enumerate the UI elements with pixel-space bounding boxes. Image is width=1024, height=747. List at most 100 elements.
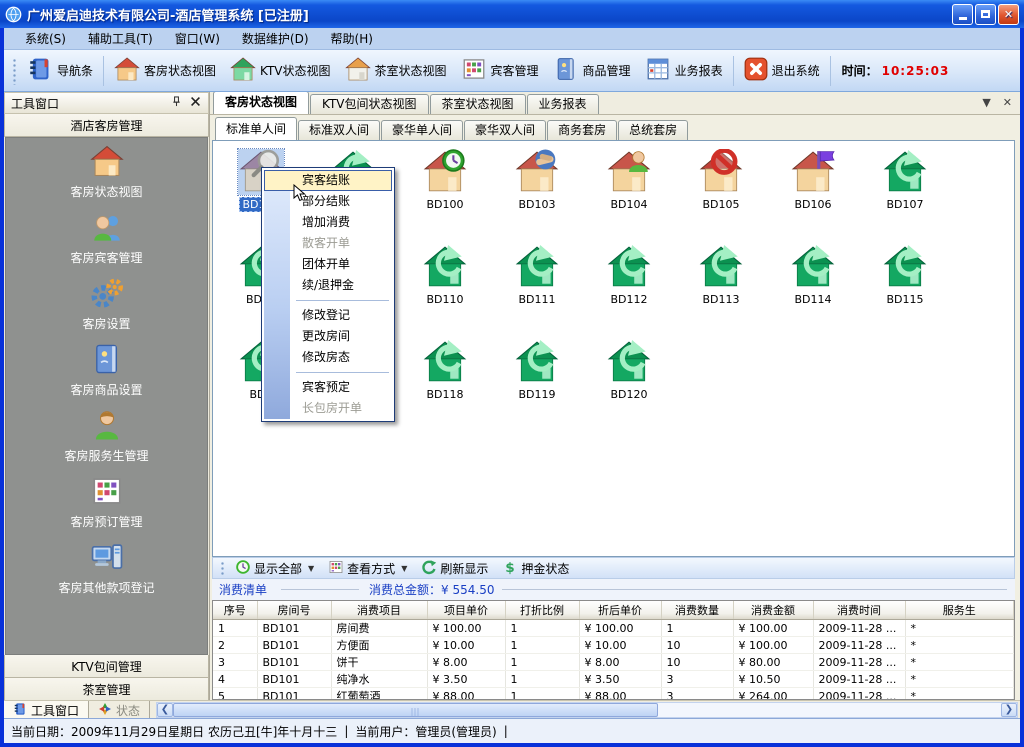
toolbar-button-goods-management[interactable]: 商品管理 — [546, 54, 638, 87]
column-header-3[interactable]: 项目单价 — [427, 601, 505, 620]
context-menu-item-5[interactable]: 续/退押金 — [264, 275, 392, 296]
room-icon-BD112[interactable]: BD112 — [585, 244, 673, 306]
column-header-0[interactable]: 序号 — [213, 601, 257, 620]
tab-close-icon[interactable]: ✕ — [1003, 96, 1012, 109]
sidebar-item-0[interactable]: 客房状态视图 — [6, 144, 207, 200]
column-header-6[interactable]: 消费数量 — [661, 601, 733, 620]
toolbar-button-nav-bar[interactable]: 导航条 — [20, 54, 100, 87]
sidebar-item-2[interactable]: 客房设置 — [6, 276, 207, 332]
tab-3[interactable]: 业务报表 — [527, 94, 599, 114]
menu-item-1[interactable]: 辅助工具(T) — [77, 28, 164, 49]
context-menu-item-4[interactable]: 团体开单 — [264, 254, 392, 275]
sidebar-item-5[interactable]: 客房预订管理 — [6, 474, 207, 530]
room-icon-BD118[interactable]: BD118 — [401, 339, 489, 401]
column-header-1[interactable]: 房间号 — [257, 601, 331, 620]
room-icon-BD107[interactable]: BD107 — [861, 149, 949, 211]
toolbar-button-business-report[interactable]: 业务报表 — [638, 54, 730, 87]
room-type-tab-5[interactable]: 总统套房 — [618, 120, 688, 140]
table-row[interactable]: 1BD101房间费¥ 100.001¥ 100.001¥ 100.002009-… — [213, 620, 1014, 637]
sidebar-item-1[interactable]: 客房宾客管理 — [6, 210, 207, 266]
room-status-vacant-icon — [790, 244, 836, 290]
scrollbar-track[interactable] — [658, 703, 1001, 717]
tab-0[interactable]: 客房状态视图 — [213, 92, 309, 114]
room-icon-BD119[interactable]: BD119 — [493, 339, 581, 401]
room-type-tab-1[interactable]: 标准双人间 — [298, 120, 380, 140]
column-header-5[interactable]: 折后单价 — [579, 601, 661, 620]
menu-item-4[interactable]: 帮助(H) — [320, 28, 384, 49]
menu-item-2[interactable]: 窗口(W) — [164, 28, 231, 49]
room-type-tab-2[interactable]: 豪华单人间 — [381, 120, 463, 140]
sidebar-section-ktv[interactable]: KTV包间管理 — [4, 655, 209, 678]
room-icon-BD100[interactable]: BD100 — [401, 149, 489, 211]
context-menu-item-1[interactable]: 部分结账 — [264, 191, 392, 212]
column-header-9[interactable]: 服务生 — [905, 601, 1014, 620]
room-icon-BD105[interactable]: BD105 — [677, 149, 765, 211]
context-menu-item-2[interactable]: 增加消费 — [264, 212, 392, 233]
list-toolbar-button-refresh-display[interactable]: 刷新显示 — [414, 558, 495, 578]
scroll-left-icon[interactable]: ❮ — [157, 703, 173, 717]
room-status-vacant-icon — [606, 244, 652, 290]
room-icon-BD110[interactable]: BD110 — [401, 244, 489, 306]
context-menu-item-8[interactable]: 更改房间 — [264, 326, 392, 347]
sidebar-section-tea[interactable]: 茶室管理 — [4, 678, 209, 701]
table-row[interactable]: 4BD101纯净水¥ 3.501¥ 3.503¥ 10.502009-11-28… — [213, 671, 1014, 688]
scroll-right-icon[interactable]: ❯ — [1001, 703, 1017, 717]
tab-dropdown-icon[interactable]: ▼ — [982, 96, 990, 109]
sidebar-item-4[interactable]: 客房服务生管理 — [6, 408, 207, 464]
toolbar-button-tea-status-view[interactable]: 茶室状态视图 — [338, 54, 454, 87]
room-type-tab-3[interactable]: 豪华双人间 — [464, 120, 546, 140]
list-toolbar-button-deposit-status[interactable]: $押金状态 — [495, 558, 576, 578]
room-icon-BD106[interactable]: BD106 — [769, 149, 857, 211]
room-icon-BD114[interactable]: BD114 — [769, 244, 857, 306]
table-cell: BD101 — [257, 620, 331, 637]
table-row[interactable]: 3BD101饼干¥ 8.001¥ 8.0010¥ 80.002009-11-28… — [213, 654, 1014, 671]
column-header-8[interactable]: 消费时间 — [813, 601, 905, 620]
context-menu-item-7[interactable]: 修改登记 — [264, 305, 392, 326]
context-menu-item-3[interactable]: 散客开单 — [264, 233, 392, 254]
dollar-icon: $ — [502, 559, 518, 578]
close-button[interactable]: ✕ — [998, 4, 1019, 25]
table-cell: 1 — [661, 620, 733, 637]
room-type-tab-0[interactable]: 标准单人间 — [215, 117, 297, 140]
list-toolbar-button-view-mode[interactable]: 查看方式▼ — [321, 558, 414, 578]
room-icon-BD111[interactable]: BD111 — [493, 244, 581, 306]
sidebar-section-room[interactable]: 酒店客房管理 — [4, 114, 209, 137]
room-icon-BD115[interactable]: BD115 — [861, 244, 949, 306]
list-toolbar-button-show-all[interactable]: 显示全部▼ — [228, 558, 321, 578]
room-icon-BD103[interactable]: BD103 — [493, 149, 581, 211]
room-icon-BD104[interactable]: BD104 — [585, 149, 673, 211]
sidebar-close-icon[interactable] — [189, 95, 202, 111]
status-bar: 当前日期：2009年11月29日星期日 农历己丑[牛]年十月十三 | 当前用户：… — [4, 718, 1020, 743]
sidebar-item-6[interactable]: 客房其他款项登记 — [6, 540, 207, 596]
sidebar-bottom-tab-1[interactable]: 状态 — [89, 701, 150, 718]
toolbar-button-room-status-view[interactable]: 客房状态视图 — [107, 54, 223, 87]
minimize-button[interactable] — [952, 4, 973, 25]
maximize-button[interactable] — [975, 4, 996, 25]
pin-icon[interactable] — [170, 95, 183, 111]
menu-item-0[interactable]: 系统(S) — [14, 28, 77, 49]
table-row[interactable]: 5BD101红葡萄酒¥ 88.001¥ 88.003¥ 264.002009-1… — [213, 688, 1014, 701]
toolbar-button-guest-management[interactable]: 宾客管理 — [454, 54, 546, 87]
column-header-4[interactable]: 打折比例 — [505, 601, 579, 620]
sidebar-item-3[interactable]: 客房商品设置 — [6, 342, 207, 398]
context-menu-item-11[interactable]: 宾客预定 — [264, 377, 392, 398]
tab-2[interactable]: 茶室状态视图 — [430, 94, 526, 114]
scrollbar-thumb[interactable] — [173, 703, 658, 717]
room-icon-BD120[interactable]: BD120 — [585, 339, 673, 401]
column-header-7[interactable]: 消费金额 — [733, 601, 813, 620]
room-icon-BD113[interactable]: BD113 — [677, 244, 765, 306]
menu-item-3[interactable]: 数据维护(D) — [231, 28, 320, 49]
column-header-2[interactable]: 消费项目 — [331, 601, 427, 620]
context-menu-item-9[interactable]: 修改房态 — [264, 347, 392, 368]
toolbar-grip[interactable] — [219, 560, 224, 576]
toolbar-grip[interactable] — [11, 57, 16, 85]
context-menu-item-0[interactable]: 宾客结账 — [264, 170, 392, 191]
toolbar-button-exit-system[interactable]: 退出系统 — [737, 55, 827, 86]
horizontal-scrollbar[interactable]: ❮ ❯ — [156, 702, 1018, 718]
toolbar-button-ktv-status-view[interactable]: KTV状态视图 — [223, 54, 337, 87]
context-menu-item-12[interactable]: 长包房开单 — [264, 398, 392, 419]
table-row[interactable]: 2BD101方便面¥ 10.001¥ 10.0010¥ 100.002009-1… — [213, 637, 1014, 654]
room-type-tab-4[interactable]: 商务套房 — [547, 120, 617, 140]
sidebar-bottom-tab-0[interactable]: 工具窗口 — [4, 701, 89, 718]
tab-1[interactable]: KTV包间状态视图 — [310, 94, 428, 114]
